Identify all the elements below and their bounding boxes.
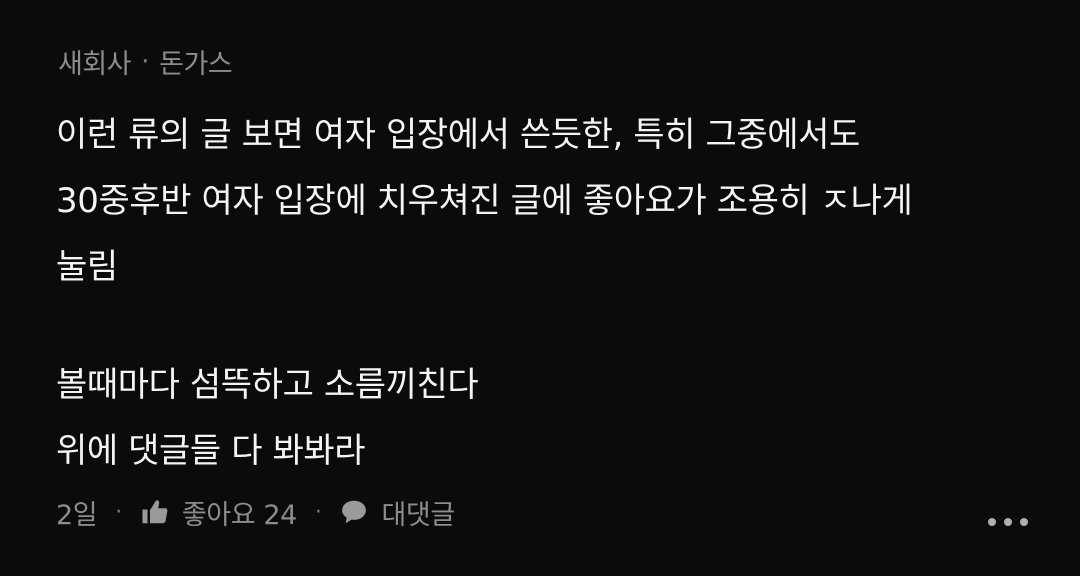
more-horizontal-icon [988, 518, 1028, 526]
like-button[interactable]: 좋아요 24 [140, 493, 297, 532]
comment-meta: 새회사 · 돈가스 [58, 42, 233, 81]
comment-body: 이런 류의 글 보면 여자 입장에서 쓴듯한, 특히 그중에서도 30중후반 여… [56, 102, 1036, 484]
comment-card: 새회사 · 돈가스 이런 류의 글 보면 여자 입장에서 쓴듯한, 특히 그중에… [0, 0, 1080, 576]
action-separator: · [314, 499, 322, 525]
author-subtitle: 돈가스 [159, 48, 233, 80]
thumbs-up-icon [142, 500, 168, 524]
action-separator: · [115, 499, 122, 525]
speech-bubble-icon [342, 500, 367, 524]
comment-actions: 2일 · 좋아요 24 · 대댓글 [56, 490, 455, 534]
reply-label: 대댓글 [381, 499, 455, 531]
like-count-label: 좋아요 24 [181, 499, 297, 531]
comment-line: 30중후반 여자 입장에 치우쳐진 글에 좋아요가 조용히 ㅈ나게 [56, 181, 913, 221]
comment-line: 눌림 [56, 247, 118, 287]
meta-separator: · [141, 45, 150, 77]
more-options-button[interactable] [986, 505, 1030, 539]
comment-line: 위에 댓글들 다 봐봐라 [56, 431, 366, 471]
comment-time: 2일 [56, 499, 98, 531]
comment-line: 볼때마다 섬뜩하고 소름끼친다 [56, 365, 479, 405]
author-name[interactable]: 새회사 [58, 42, 132, 81]
comment-line: 이런 류의 글 보면 여자 입장에서 쓴듯한, 특히 그중에서도 [56, 115, 860, 155]
reply-button[interactable]: 대댓글 [339, 493, 455, 532]
